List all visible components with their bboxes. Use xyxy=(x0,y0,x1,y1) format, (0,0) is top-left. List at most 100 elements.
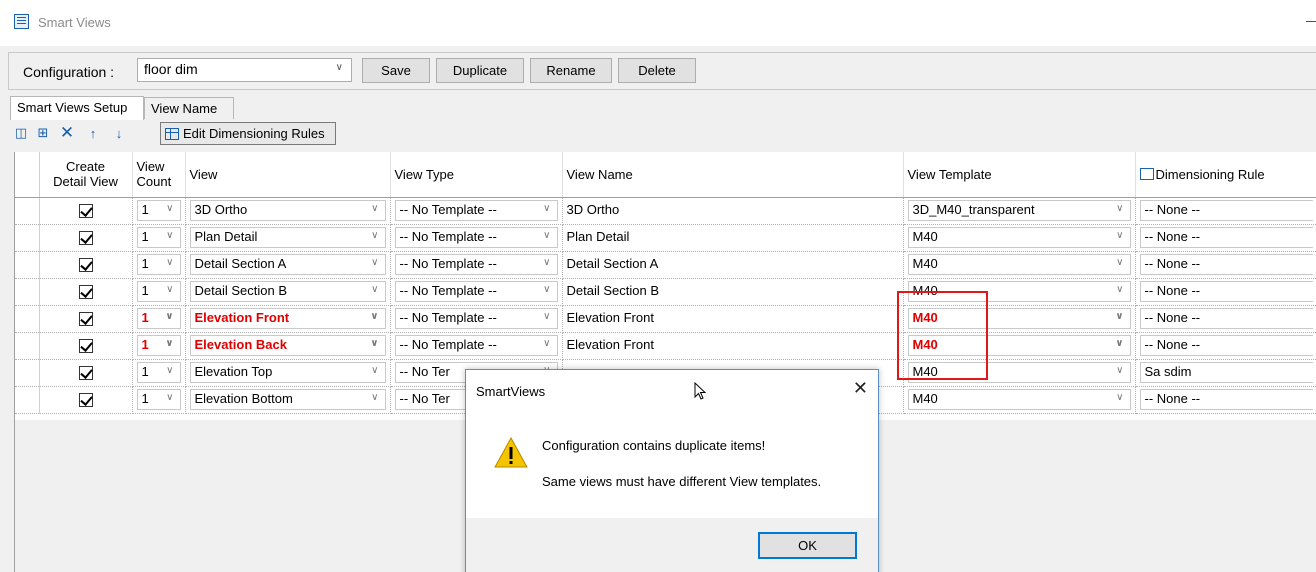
row-header[interactable] xyxy=(15,386,40,414)
dimensioning-rule-cell[interactable]: -- None -- xyxy=(1135,224,1316,252)
check-icon[interactable] xyxy=(78,203,93,218)
view-template-select[interactable]: 3D_M40_transparent ∨ xyxy=(907,200,1131,221)
save-button[interactable]: Save xyxy=(362,58,430,83)
view-type-select[interactable]: -- No Template -- ∨ xyxy=(394,281,558,302)
create-detail-view-checkbox[interactable] xyxy=(39,386,133,414)
row-header[interactable] xyxy=(15,197,40,225)
view-template-cell[interactable]: M40 ∨ xyxy=(903,251,1136,279)
dimensioning-rule-cell[interactable]: -- None -- xyxy=(1135,278,1316,306)
view-type-cell[interactable]: -- No Template -- ∨ xyxy=(390,278,563,306)
view-template-cell[interactable]: 3D_M40_transparent ∨ xyxy=(903,197,1136,225)
view-select[interactable]: Detail Section B ∨ xyxy=(189,281,386,302)
view-count-cell[interactable]: 1 ∨ xyxy=(132,251,186,279)
view-select[interactable]: Plan Detail ∨ xyxy=(189,227,386,248)
check-icon[interactable] xyxy=(78,338,93,353)
tab-smart-views-setup[interactable]: Smart Views Setup xyxy=(10,96,144,120)
row-header[interactable] xyxy=(15,305,40,333)
dimensioning-rule-select[interactable]: -- None -- xyxy=(1139,200,1313,221)
view-cell[interactable]: Elevation Top ∨ xyxy=(185,359,391,387)
ok-button[interactable]: OK xyxy=(758,532,857,559)
view-type-select[interactable]: -- No Template -- ∨ xyxy=(394,227,558,248)
view-type-select[interactable]: -- No Template -- ∨ xyxy=(394,308,558,329)
create-detail-view-checkbox[interactable] xyxy=(39,359,133,387)
view-cell[interactable]: Detail Section B ∨ xyxy=(185,278,391,306)
view-name-cell[interactable]: Plan Detail xyxy=(562,224,904,252)
create-detail-view-checkbox[interactable] xyxy=(39,251,133,279)
create-detail-view-checkbox[interactable] xyxy=(39,305,133,333)
dimensioning-rule-cell[interactable]: Sa sdim xyxy=(1135,359,1316,387)
view-cell[interactable]: Detail Section A ∨ xyxy=(185,251,391,279)
view-template-cell[interactable]: M40 ∨ xyxy=(903,224,1136,252)
view-count-select[interactable]: 1 ∨ xyxy=(136,335,181,356)
view-select[interactable]: Elevation Front ∨ xyxy=(189,308,386,329)
dimensioning-rule-select[interactable]: -- None -- xyxy=(1139,335,1313,356)
view-type-cell[interactable]: -- No Template -- ∨ xyxy=(390,251,563,279)
dimensioning-rule-cell[interactable]: -- None -- xyxy=(1135,197,1316,225)
view-type-cell[interactable]: -- No Template -- ∨ xyxy=(390,332,563,360)
minimize-button[interactable]: — xyxy=(1306,12,1316,32)
close-icon[interactable]: ✕ xyxy=(853,378,868,399)
edit-dimensioning-rules-button[interactable]: Edit Dimensioning Rules xyxy=(160,122,336,145)
configuration-select[interactable]: floor dim ∨ xyxy=(137,58,352,82)
row-header[interactable] xyxy=(15,332,40,360)
delete-icon[interactable]: ✕ xyxy=(58,123,76,143)
view-count-select[interactable]: 1 ∨ xyxy=(136,362,181,383)
view-type-select[interactable]: -- No Template -- ∨ xyxy=(394,200,558,221)
view-type-select[interactable]: -- No Template -- ∨ xyxy=(394,254,558,275)
create-detail-view-checkbox[interactable] xyxy=(39,278,133,306)
view-count-cell[interactable]: 1 ∨ xyxy=(132,197,186,225)
view-count-cell[interactable]: 1 ∨ xyxy=(132,278,186,306)
dimensioning-rule-select[interactable]: -- None -- xyxy=(1139,227,1313,248)
dimensioning-rule-select[interactable]: -- None -- xyxy=(1139,281,1313,302)
row-header[interactable] xyxy=(15,359,40,387)
move-down-icon[interactable]: ↓ xyxy=(110,123,128,143)
view-cell[interactable]: Elevation Back ∨ xyxy=(185,332,391,360)
move-up-icon[interactable]: ↑ xyxy=(84,123,102,143)
view-count-select[interactable]: 1 ∨ xyxy=(136,227,181,248)
add-row-icon[interactable]: ◫ xyxy=(12,123,30,143)
view-count-cell[interactable]: 1 ∨ xyxy=(132,386,186,414)
view-name-cell[interactable]: Detail Section B xyxy=(562,278,904,306)
view-name-cell[interactable]: 3D Ortho xyxy=(562,197,904,225)
dimensioning-rule-select[interactable]: -- None -- xyxy=(1139,308,1313,329)
view-count-cell[interactable]: 1 ∨ xyxy=(132,305,186,333)
view-select[interactable]: Elevation Bottom ∨ xyxy=(189,389,386,410)
view-select[interactable]: Detail Section A ∨ xyxy=(189,254,386,275)
delete-button[interactable]: Delete xyxy=(618,58,696,83)
view-name-cell[interactable]: Detail Section A xyxy=(562,251,904,279)
dimensioning-rule-select[interactable]: Sa sdim xyxy=(1139,362,1313,383)
view-count-select[interactable]: 1 ∨ xyxy=(136,389,181,410)
add-copy-icon[interactable]: ⊞ xyxy=(34,123,52,143)
view-cell[interactable]: Plan Detail ∨ xyxy=(185,224,391,252)
tab-view-name[interactable]: View Name xyxy=(144,97,234,119)
view-count-cell[interactable]: 1 ∨ xyxy=(132,359,186,387)
view-count-cell[interactable]: 1 ∨ xyxy=(132,224,186,252)
view-cell[interactable]: Elevation Front ∨ xyxy=(185,305,391,333)
view-template-select[interactable]: M40 ∨ xyxy=(907,227,1131,248)
view-count-select[interactable]: 1 ∨ xyxy=(136,254,181,275)
dimensioning-rule-cell[interactable]: -- None -- xyxy=(1135,332,1316,360)
check-icon[interactable] xyxy=(78,392,93,407)
check-icon[interactable] xyxy=(78,311,93,326)
view-type-cell[interactable]: -- No Template -- ∨ xyxy=(390,197,563,225)
view-count-cell[interactable]: 1 ∨ xyxy=(132,332,186,360)
view-name-cell[interactable]: Elevation Front xyxy=(562,332,904,360)
row-header[interactable] xyxy=(15,224,40,252)
dimensioning-rule-cell[interactable]: -- None -- xyxy=(1135,305,1316,333)
view-cell[interactable]: Elevation Bottom ∨ xyxy=(185,386,391,414)
dimensioning-rule-cell[interactable]: -- None -- xyxy=(1135,251,1316,279)
row-header[interactable] xyxy=(15,278,40,306)
view-count-select[interactable]: 1 ∨ xyxy=(136,281,181,302)
view-type-cell[interactable]: -- No Template -- ∨ xyxy=(390,305,563,333)
dimensioning-rule-cell[interactable]: -- None -- xyxy=(1135,386,1316,414)
view-type-cell[interactable]: -- No Template -- ∨ xyxy=(390,224,563,252)
view-select[interactable]: Elevation Top ∨ xyxy=(189,362,386,383)
view-template-select[interactable]: M40 ∨ xyxy=(907,254,1131,275)
create-detail-view-checkbox[interactable] xyxy=(39,224,133,252)
check-icon[interactable] xyxy=(78,257,93,272)
view-select[interactable]: Elevation Back ∨ xyxy=(189,335,386,356)
view-cell[interactable]: 3D Ortho ∨ xyxy=(185,197,391,225)
row-header[interactable] xyxy=(15,251,40,279)
check-icon[interactable] xyxy=(78,230,93,245)
view-type-select[interactable]: -- No Template -- ∨ xyxy=(394,335,558,356)
